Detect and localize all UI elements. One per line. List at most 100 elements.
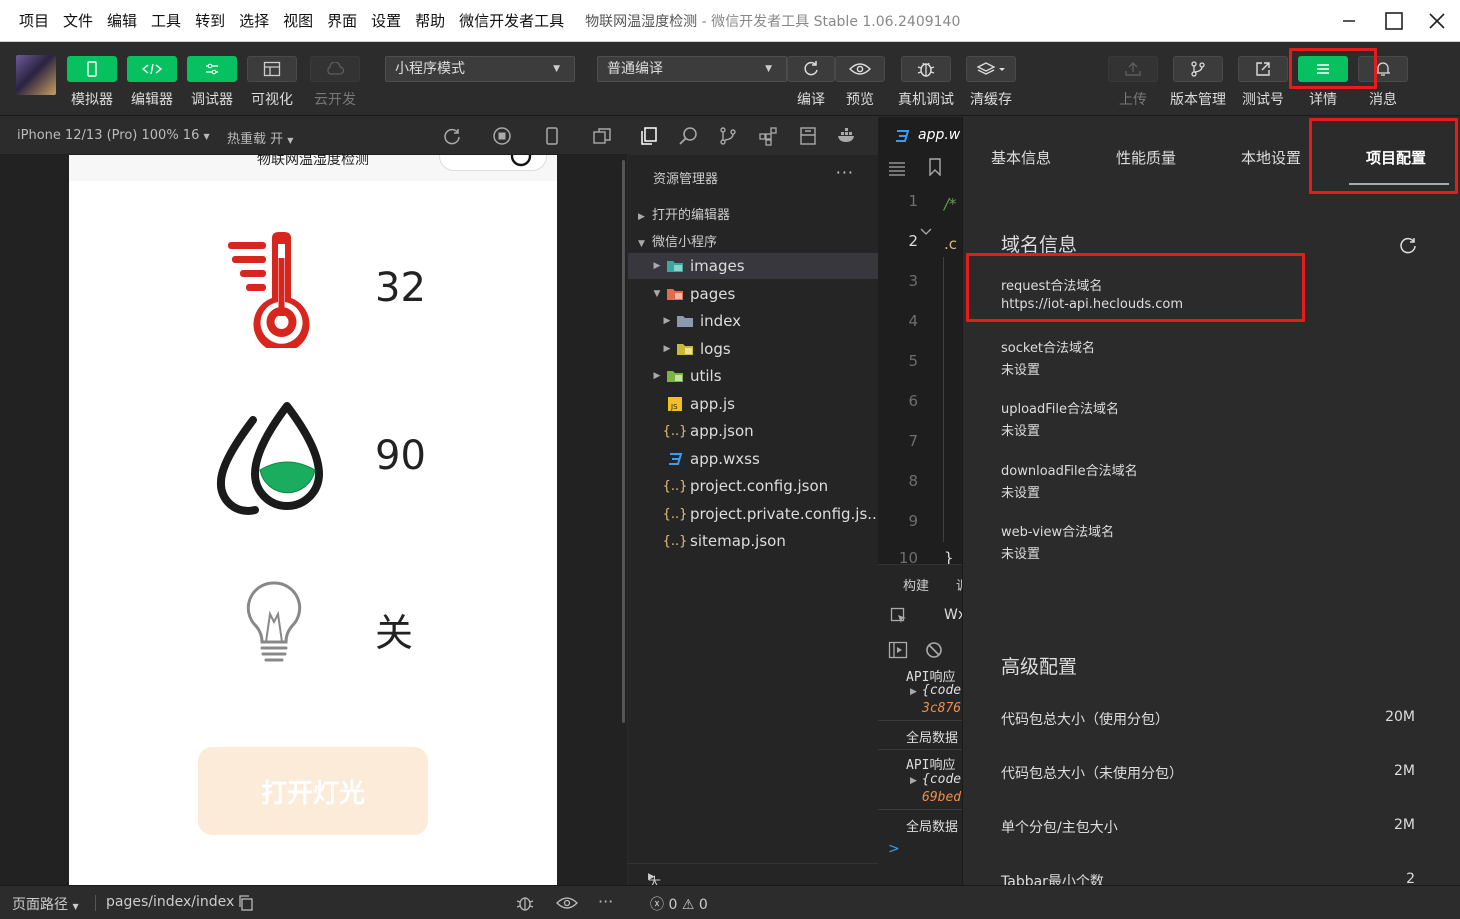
upload-button[interactable] bbox=[1108, 56, 1158, 82]
tree-item-sitemap[interactable]: {..} sitemap.json bbox=[663, 528, 786, 554]
docker-icon[interactable] bbox=[836, 126, 856, 146]
tree-item-project-config[interactable]: {..} project.config.json bbox=[663, 473, 829, 499]
storage-icon[interactable] bbox=[798, 126, 818, 146]
maximize-button[interactable] bbox=[1371, 0, 1417, 42]
compile-select-value: 普通编译 bbox=[607, 61, 663, 77]
hot-reload-toggle[interactable]: 热重载 开 ▼ bbox=[227, 128, 293, 147]
refresh-icon[interactable] bbox=[1398, 235, 1418, 255]
menu-tools[interactable]: 工具 bbox=[151, 10, 181, 31]
details-label: 详情 bbox=[1309, 92, 1337, 108]
search-icon[interactable] bbox=[678, 126, 698, 146]
list-icon[interactable] bbox=[888, 160, 906, 176]
log-divider bbox=[878, 809, 962, 810]
file-explorer: 资源管理器 ··· ▶ 打开的编辑器 ▼ 微信小程序 ▶ images ▼ page… bbox=[628, 155, 882, 863]
expand-triangle-icon[interactable]: ▶ bbox=[910, 776, 917, 786]
tab-basic-info[interactable]: 基本信息 bbox=[991, 147, 1051, 168]
more-options-icon[interactable]: ··· bbox=[598, 892, 613, 911]
chevron-right-icon: ▶ bbox=[653, 261, 661, 271]
files-icon[interactable] bbox=[638, 126, 658, 146]
cloud-dev-button[interactable] bbox=[310, 56, 360, 82]
avatar[interactable] bbox=[16, 55, 56, 95]
sidebar-toggle-icon[interactable] bbox=[888, 641, 908, 659]
copy-icon[interactable] bbox=[238, 895, 254, 911]
stop-icon[interactable] bbox=[492, 126, 512, 146]
menu-view[interactable]: 视图 bbox=[283, 10, 313, 31]
page-path-value: pages/index/index bbox=[106, 894, 235, 910]
tree-item-logs[interactable]: ▶ logs bbox=[658, 336, 731, 362]
menu-goto[interactable]: 转到 bbox=[195, 10, 225, 31]
fold-chevron-icon[interactable] bbox=[920, 227, 932, 237]
tree-item-app-js[interactable]: JS app.js bbox=[666, 391, 735, 417]
outline-section[interactable]: ▶大纲 bbox=[628, 863, 878, 910]
tree-item-index[interactable]: ▶ index bbox=[658, 308, 742, 334]
mode-select[interactable]: 小程序模式 ▼ bbox=[385, 56, 575, 82]
debugger-toggle-button[interactable] bbox=[187, 56, 237, 82]
domain-name: downloadFile合法域名 bbox=[1001, 464, 1138, 479]
close-window-button[interactable] bbox=[1414, 0, 1460, 42]
source-control-icon[interactable] bbox=[718, 126, 738, 146]
bug-icon[interactable] bbox=[515, 894, 535, 912]
editor-tab[interactable]: app.w bbox=[878, 117, 962, 155]
visual-toggle-button[interactable] bbox=[247, 56, 297, 82]
menu-settings[interactable]: 设置 bbox=[371, 10, 401, 31]
page-path-label: 页面路径 bbox=[12, 897, 68, 913]
console-prompt[interactable]: > bbox=[888, 841, 900, 857]
temperature-value: 32 bbox=[375, 265, 426, 311]
open-editors-section[interactable]: ▶ 打开的编辑器 bbox=[638, 204, 730, 223]
menu-edit[interactable]: 编辑 bbox=[107, 10, 137, 31]
extensions-icon[interactable] bbox=[758, 126, 778, 146]
tree-item-label: sitemap.json bbox=[690, 532, 786, 550]
chevron-right-icon: ▶ bbox=[663, 316, 671, 326]
bookmark-icon[interactable] bbox=[928, 158, 942, 176]
capsule-menu[interactable] bbox=[439, 155, 547, 171]
domain-value: 未设置 bbox=[1001, 424, 1041, 439]
tree-item-label: app.js bbox=[690, 395, 735, 413]
panel-filter-label[interactable]: Wx bbox=[944, 607, 962, 623]
refresh-icon[interactable] bbox=[442, 126, 462, 146]
simulator-scrollbar[interactable] bbox=[622, 160, 625, 723]
tab-performance[interactable]: 性能质量 bbox=[1116, 147, 1176, 168]
tree-item-images[interactable]: ▶ images bbox=[628, 253, 878, 279]
expand-triangle-icon[interactable]: ▶ bbox=[910, 687, 917, 697]
phone-icon[interactable] bbox=[542, 126, 562, 146]
remote-debug-button[interactable] bbox=[901, 56, 951, 82]
inspect-icon[interactable] bbox=[890, 607, 908, 625]
menu-project[interactable]: 项目 bbox=[19, 10, 49, 31]
project-section[interactable]: ▼ 微信小程序 bbox=[638, 231, 717, 250]
menu-help[interactable]: 帮助 bbox=[415, 10, 445, 31]
detach-window-icon[interactable] bbox=[592, 126, 612, 146]
clear-cache-button[interactable] bbox=[966, 56, 1016, 82]
compile-select[interactable]: 普通编译 ▼ bbox=[597, 56, 787, 82]
compile-button[interactable] bbox=[787, 56, 835, 82]
menu-select[interactable]: 选择 bbox=[239, 10, 269, 31]
minimize-button[interactable] bbox=[1326, 0, 1372, 42]
tab-local-settings[interactable]: 本地设置 bbox=[1241, 147, 1301, 168]
tree-item-app-wxss[interactable]: app.wxss bbox=[666, 446, 760, 472]
tree-item-project-private-config[interactable]: {..} project.private.config.js... bbox=[663, 501, 882, 527]
eye-icon[interactable] bbox=[556, 896, 578, 910]
layers-icon bbox=[976, 62, 1005, 75]
tree-item-utils[interactable]: ▶ utils bbox=[648, 363, 722, 389]
device-select[interactable]: iPhone 12/13 (Pro) 100% 16 ▼ bbox=[17, 128, 210, 143]
tree-item-pages[interactable]: ▼ pages bbox=[648, 281, 736, 307]
editor-toggle-button[interactable] bbox=[127, 56, 177, 82]
menu-file[interactable]: 文件 bbox=[63, 10, 93, 31]
layout-icon bbox=[263, 61, 281, 77]
config-value: 2M bbox=[1394, 817, 1415, 833]
main-menu: 项目 文件 编辑 工具 转到 选择 视图 界面 设置 帮助 微信开发者工具 bbox=[0, 10, 571, 31]
toggle-light-button[interactable]: 打开灯光 bbox=[198, 747, 428, 835]
menu-devtools[interactable]: 微信开发者工具 bbox=[459, 10, 564, 31]
menu-interface[interactable]: 界面 bbox=[327, 10, 357, 31]
more-options-icon[interactable]: ··· bbox=[836, 163, 854, 182]
problems-indicator[interactable]: ⓧ 0 ⚠ 0 bbox=[650, 894, 708, 914]
version-control-button[interactable] bbox=[1173, 56, 1223, 82]
preview-button[interactable] bbox=[835, 56, 885, 82]
page-path-select[interactable]: 页面路径 ▼ bbox=[12, 894, 79, 914]
simulator-toggle-button[interactable] bbox=[67, 56, 117, 82]
tree-item-app-json[interactable]: {..} app.json bbox=[663, 418, 754, 444]
test-account-button[interactable] bbox=[1238, 56, 1288, 82]
clear-console-icon[interactable] bbox=[925, 641, 943, 659]
chevron-right-icon: ▶ bbox=[653, 371, 661, 381]
build-tab[interactable]: 构建 bbox=[903, 575, 929, 594]
domain-value: 未设置 bbox=[1001, 547, 1041, 562]
